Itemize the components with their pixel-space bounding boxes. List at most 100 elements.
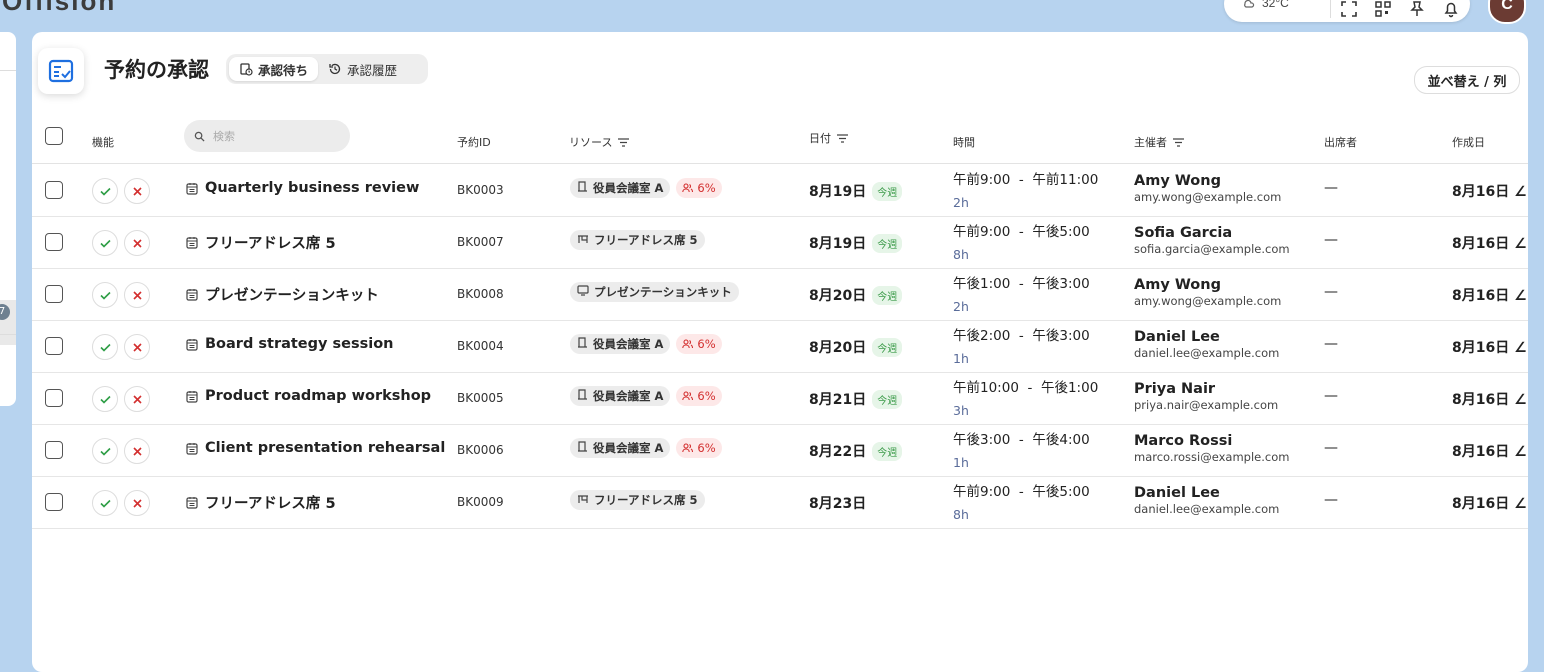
header-attendees: 出席者 [1324, 136, 1357, 149]
reject-button[interactable] [124, 334, 150, 360]
check-icon [99, 395, 111, 404]
reject-button[interactable] [124, 230, 150, 256]
table-row[interactable]: Client presentation rehearsal BK0006 役員会議室… [32, 424, 1528, 477]
header-organizer[interactable]: 主催者 [1134, 134, 1184, 150]
row-checkbox[interactable] [45, 285, 63, 303]
resource-name: 役員会議室 A [593, 389, 664, 403]
date-value: 8月20日 [809, 288, 867, 304]
resource-chip[interactable]: フリーアドレス席 5 [570, 490, 705, 510]
booking-id: BK0003 [457, 183, 504, 197]
time-start: 午前9:00 [953, 484, 1011, 500]
organizer: Priya Nair priya.nair@example.com [1134, 381, 1278, 412]
booking-title[interactable]: フリーアドレス席 5 [186, 492, 336, 513]
booking-title[interactable]: Board strategy session [186, 336, 394, 352]
sidebar-panel: 7 [0, 32, 16, 406]
fullscreen-icon[interactable] [1340, 0, 1358, 18]
resource-chip[interactable]: 役員会議室 A [570, 386, 671, 406]
this-week-badge: 今週 [872, 337, 903, 357]
occupancy-badge: 6% [676, 386, 722, 406]
row-checkbox[interactable] [45, 337, 63, 355]
resource-chip[interactable]: 役員会議室 A [570, 334, 671, 354]
booking-title[interactable]: フリーアドレス席 5 [186, 232, 336, 253]
header-resource-label: リソース [569, 136, 613, 149]
table-row[interactable]: Quarterly business review BK0003 役員会議室 A 6%… [32, 164, 1528, 217]
calendar-icon [186, 289, 198, 301]
row-checkbox[interactable] [45, 441, 63, 459]
weather-icon [1244, 0, 1255, 8]
table-row[interactable]: Board strategy session BK0004 役員会議室 A 6% 8月2… [32, 320, 1528, 373]
search-box[interactable] [184, 120, 350, 152]
tab-history-label: 承認履歴 [347, 62, 398, 78]
booking-date: 8月19日 今週 [809, 233, 903, 253]
reject-button[interactable] [124, 282, 150, 308]
user-avatar[interactable]: C [1488, 0, 1526, 24]
check-icon [99, 343, 111, 352]
booking-title[interactable]: プレゼンテーションキット [186, 284, 379, 305]
approve-button[interactable] [92, 438, 118, 464]
tab-pending[interactable]: 承認待ち [229, 57, 319, 81]
room-icon [577, 441, 588, 455]
header-created: 作成日 [1452, 136, 1485, 149]
table-row[interactable]: Product roadmap workshop BK0005 役員会議室 A 6% 8… [32, 372, 1528, 425]
approve-button[interactable] [92, 490, 118, 516]
created-date: 8月16日 ∠ [1452, 288, 1527, 304]
reject-button[interactable] [124, 490, 150, 516]
organizer-name: Priya Nair [1134, 381, 1216, 397]
created-date: 8月16日 ∠ [1452, 184, 1527, 200]
pin-icon[interactable] [1408, 0, 1426, 18]
row-checkbox[interactable] [45, 181, 63, 199]
organizer: Sofia Garcia sofia.garcia@example.com [1134, 225, 1290, 256]
booking-title[interactable]: Product roadmap workshop [186, 388, 431, 404]
header-date[interactable]: 日付 [809, 130, 848, 146]
organizer-email: sofia.garcia@example.com [1134, 242, 1290, 256]
table-row[interactable]: プレゼンテーションキット BK0008 プレゼンテーションキット 8月20日 今週 午後1… [32, 268, 1528, 321]
row-checkbox[interactable] [45, 389, 63, 407]
resource-cell: プレゼンテーションキット [570, 282, 739, 302]
qr-code-icon[interactable] [1374, 0, 1392, 18]
resource-chip[interactable]: プレゼンテーションキット [570, 282, 739, 302]
resource-chip[interactable]: 役員会議室 A [570, 178, 671, 198]
approve-button[interactable] [92, 282, 118, 308]
select-all-checkbox[interactable] [45, 127, 63, 145]
booking-title-text: Product roadmap workshop [205, 388, 432, 404]
booking-title-text: フリーアドレス席 5 [205, 236, 336, 252]
reject-button[interactable] [124, 438, 150, 464]
pending-icon [240, 63, 253, 76]
resource-chip[interactable]: 役員会議室 A [570, 438, 671, 458]
filter-icon[interactable] [837, 133, 848, 143]
resource-chip[interactable]: フリーアドレス席 5 [570, 230, 705, 250]
approve-button[interactable] [92, 230, 118, 256]
approve-button[interactable] [92, 386, 118, 412]
check-icon [99, 239, 111, 248]
check-icon [99, 499, 111, 508]
row-checkbox[interactable] [45, 493, 63, 511]
booking-id: BK0006 [457, 443, 504, 457]
filter-icon[interactable] [1173, 137, 1184, 147]
booking-date: 8月21日 今週 [809, 389, 903, 409]
table-row[interactable]: フリーアドレス席 5 BK0007 フリーアドレス席 5 8月19日 今週 午前9:00 … [32, 216, 1528, 269]
occupancy-value: 6% [697, 337, 716, 351]
approve-button[interactable] [92, 178, 118, 204]
booking-id: BK0009 [457, 495, 504, 509]
table-row[interactable]: フリーアドレス席 5 BK0009 フリーアドレス席 5 8月23日 午前9:00 - … [32, 476, 1528, 529]
search-input[interactable] [211, 128, 335, 144]
booking-date: 8月20日 今週 [809, 337, 903, 357]
sort-columns-button[interactable]: 並べ替え / 列 [1414, 66, 1520, 94]
duration: 2h [953, 195, 969, 210]
bell-icon[interactable] [1442, 0, 1460, 18]
booking-title[interactable]: Client presentation rehearsal [186, 440, 445, 456]
this-week-badge: 今週 [872, 441, 903, 461]
filter-icon[interactable] [618, 137, 630, 147]
reject-button[interactable] [124, 386, 150, 412]
booking-id: BK0004 [457, 339, 504, 353]
header-resource[interactable]: リソース [569, 134, 630, 150]
created-date: 8月16日 ∠ [1452, 392, 1527, 408]
people-icon [682, 339, 694, 349]
reject-button[interactable] [124, 178, 150, 204]
resource-name: フリーアドレス席 5 [594, 493, 698, 507]
row-checkbox[interactable] [45, 233, 63, 251]
booking-title[interactable]: Quarterly business review [186, 180, 419, 196]
tab-history[interactable]: 承認履歴 [318, 57, 407, 81]
close-icon [132, 342, 142, 352]
approve-button[interactable] [92, 334, 118, 360]
